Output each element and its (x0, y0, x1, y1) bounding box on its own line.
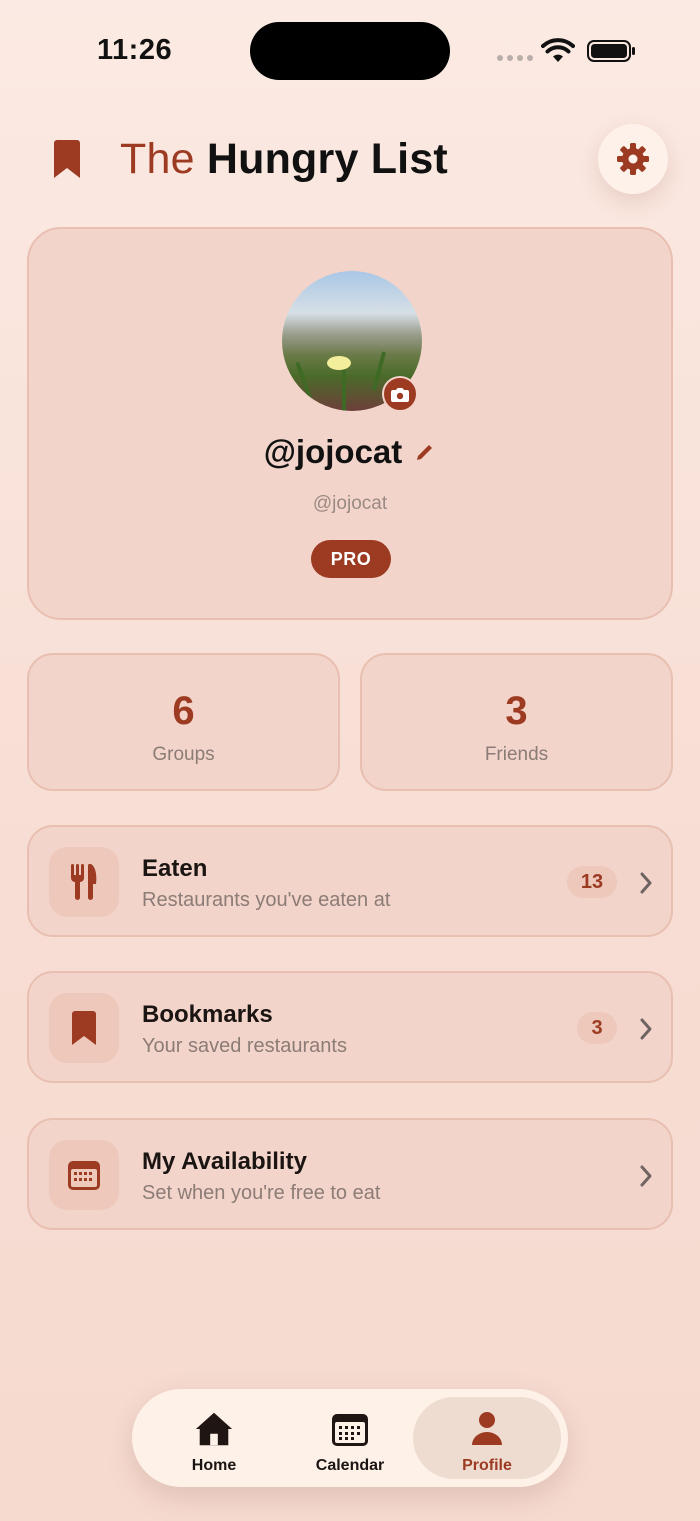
stat-friends[interactable]: 3 Friends (360, 653, 673, 791)
user-handle: @jojocat (312, 493, 388, 514)
tab-home[interactable]: Home (144, 1397, 284, 1479)
tab-profile-label: Profile (462, 1457, 512, 1474)
status-bar: 11:26 (0, 0, 700, 100)
camera-icon (391, 387, 409, 402)
person-icon (472, 1412, 502, 1445)
menu-row-availability-title: My Availability (142, 1148, 307, 1175)
tab-calendar[interactable]: Calendar (280, 1397, 420, 1479)
menu-row-bookmarks[interactable]: Bookmarks Your saved restaurants 3 (27, 971, 673, 1083)
profile-card: @jojocat @jojocat PRO (27, 227, 673, 620)
calendar-icon (68, 1161, 100, 1190)
chevron-right-icon (640, 1165, 652, 1187)
stat-groups-label: Groups (152, 744, 215, 765)
eaten-count-badge: 13 (567, 866, 617, 898)
stat-groups-value: 6 (172, 689, 195, 733)
settings-button[interactable] (598, 124, 668, 194)
change-photo-button[interactable] (382, 376, 418, 412)
bookmark-logo-icon (54, 140, 80, 178)
menu-row-eaten[interactable]: Eaten Restaurants you've eaten at 13 (27, 825, 673, 937)
status-time: 11:26 (97, 34, 173, 66)
tab-bar: Home Calendar Profile (132, 1389, 568, 1487)
menu-row-bookmarks-title: Bookmarks (142, 1001, 273, 1028)
stat-friends-label: Friends (484, 744, 549, 765)
app-title: The Hungry List (120, 135, 448, 184)
tab-profile[interactable]: Profile (413, 1397, 561, 1479)
username-row: @jojocat (29, 433, 671, 471)
chevron-right-icon (640, 1018, 652, 1040)
app-title-main: Hungry List (206, 135, 448, 183)
bookmark-icon (72, 1011, 96, 1045)
bookmarks-count-badge: 3 (577, 1012, 617, 1044)
cellular-signal-icon (497, 55, 533, 61)
edit-pencil-icon[interactable] (414, 441, 436, 463)
menu-row-eaten-subtitle: Restaurants you've eaten at (142, 889, 391, 911)
availability-icon-box (49, 1140, 119, 1210)
menu-row-availability[interactable]: My Availability Set when you're free to … (27, 1118, 673, 1230)
calendar-icon (332, 1414, 368, 1446)
dynamic-island (250, 22, 450, 80)
tab-home-label: Home (191, 1457, 237, 1474)
app-title-prefix: The (120, 135, 195, 183)
stat-friends-value: 3 (505, 689, 528, 733)
username: @jojocat (263, 433, 403, 470)
stat-groups[interactable]: 6 Groups (27, 653, 340, 791)
tab-calendar-label: Calendar (315, 1457, 385, 1474)
battery-icon (587, 40, 635, 62)
gear-icon (617, 143, 649, 175)
chevron-right-icon (640, 872, 652, 894)
home-icon (195, 1412, 233, 1446)
pro-badge: PRO (311, 540, 391, 578)
menu-row-eaten-title: Eaten (142, 855, 208, 882)
bookmarks-icon-box (49, 993, 119, 1063)
menu-row-availability-subtitle: Set when you're free to eat (142, 1182, 381, 1204)
menu-row-bookmarks-subtitle: Your saved restaurants (142, 1035, 347, 1057)
eaten-icon-box (49, 847, 119, 917)
fork-knife-icon (71, 864, 97, 900)
wifi-icon (541, 38, 575, 62)
